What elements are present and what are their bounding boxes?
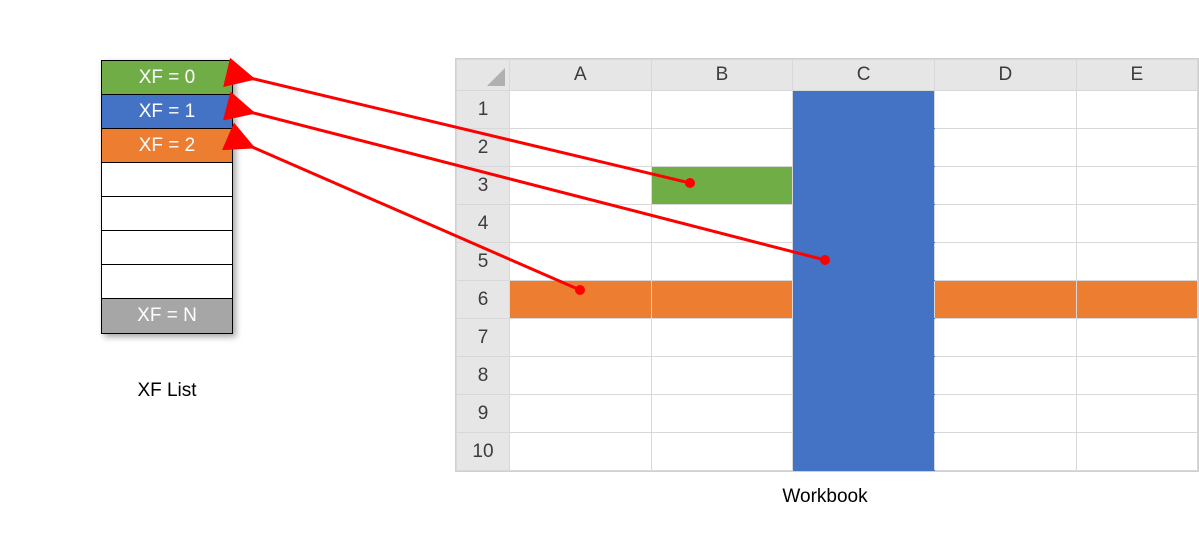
xf-list: XF = 0 XF = 1 XF = 2 XF = N [101, 60, 233, 334]
cell-C4[interactable] [793, 205, 935, 243]
cell-C3[interactable] [793, 167, 935, 205]
cell-B9[interactable] [651, 395, 793, 433]
cell-E6[interactable] [1076, 281, 1197, 319]
cell-D10[interactable] [934, 433, 1076, 471]
row-head-9[interactable]: 9 [457, 395, 510, 433]
col-head-E[interactable]: E [1076, 60, 1197, 91]
cell-B6[interactable] [651, 281, 793, 319]
xf-item-3 [102, 163, 232, 197]
cell-D3[interactable] [934, 167, 1076, 205]
cell-D9[interactable] [934, 395, 1076, 433]
cell-D5[interactable] [934, 243, 1076, 281]
cell-C6[interactable] [793, 281, 935, 319]
cell-B8[interactable] [651, 357, 793, 395]
cell-B10[interactable] [651, 433, 793, 471]
xf-item-6 [102, 265, 232, 299]
cell-E5[interactable] [1076, 243, 1197, 281]
row-head-5[interactable]: 5 [457, 243, 510, 281]
cell-B2[interactable] [651, 129, 793, 167]
row-head-2[interactable]: 2 [457, 129, 510, 167]
cell-E2[interactable] [1076, 129, 1197, 167]
cell-C1[interactable] [793, 91, 935, 129]
col-head-A[interactable]: A [510, 60, 652, 91]
row-head-7[interactable]: 7 [457, 319, 510, 357]
cell-A4[interactable] [510, 205, 652, 243]
cell-B7[interactable] [651, 319, 793, 357]
row-head-10[interactable]: 10 [457, 433, 510, 471]
cell-C5[interactable] [793, 243, 935, 281]
col-head-B[interactable]: B [651, 60, 793, 91]
row-head-4[interactable]: 4 [457, 205, 510, 243]
xf-item-4 [102, 197, 232, 231]
cell-A6[interactable] [510, 281, 652, 319]
cell-E8[interactable] [1076, 357, 1197, 395]
cell-A8[interactable] [510, 357, 652, 395]
select-all-corner[interactable] [457, 60, 510, 91]
xf-item-7: XF = N [102, 299, 232, 333]
row-head-8[interactable]: 8 [457, 357, 510, 395]
cell-C2[interactable] [793, 129, 935, 167]
cell-D1[interactable] [934, 91, 1076, 129]
workbook-label: Workbook [455, 486, 1195, 508]
cell-A10[interactable] [510, 433, 652, 471]
cell-B3[interactable] [651, 167, 793, 205]
workbook-sheet: A B C D E 1 2 3 4 5 6 7 8 9 10 [455, 58, 1199, 472]
cell-D2[interactable] [934, 129, 1076, 167]
row-head-3[interactable]: 3 [457, 167, 510, 205]
grid: A B C D E 1 2 3 4 5 6 7 8 9 10 [456, 59, 1198, 471]
cell-E7[interactable] [1076, 319, 1197, 357]
xf-item-1: XF = 1 [102, 95, 232, 129]
cell-A7[interactable] [510, 319, 652, 357]
row-head-1[interactable]: 1 [457, 91, 510, 129]
cell-D4[interactable] [934, 205, 1076, 243]
cell-A5[interactable] [510, 243, 652, 281]
col-head-D[interactable]: D [934, 60, 1076, 91]
cell-C7[interactable] [793, 319, 935, 357]
cell-E9[interactable] [1076, 395, 1197, 433]
xf-item-5 [102, 231, 232, 265]
cell-B1[interactable] [651, 91, 793, 129]
cell-D7[interactable] [934, 319, 1076, 357]
cell-E1[interactable] [1076, 91, 1197, 129]
cell-A9[interactable] [510, 395, 652, 433]
col-head-C[interactable]: C [793, 60, 935, 91]
cell-A2[interactable] [510, 129, 652, 167]
cell-B4[interactable] [651, 205, 793, 243]
cell-E10[interactable] [1076, 433, 1197, 471]
cell-E4[interactable] [1076, 205, 1197, 243]
cell-D6[interactable] [934, 281, 1076, 319]
row-head-6[interactable]: 6 [457, 281, 510, 319]
cell-C10[interactable] [793, 433, 935, 471]
cell-B5[interactable] [651, 243, 793, 281]
cell-C8[interactable] [793, 357, 935, 395]
cell-C9[interactable] [793, 395, 935, 433]
cell-A1[interactable] [510, 91, 652, 129]
cell-D8[interactable] [934, 357, 1076, 395]
cell-E3[interactable] [1076, 167, 1197, 205]
xf-list-label: XF List [101, 380, 233, 402]
xf-item-0: XF = 0 [102, 61, 232, 95]
xf-item-2: XF = 2 [102, 129, 232, 163]
cell-A3[interactable] [510, 167, 652, 205]
